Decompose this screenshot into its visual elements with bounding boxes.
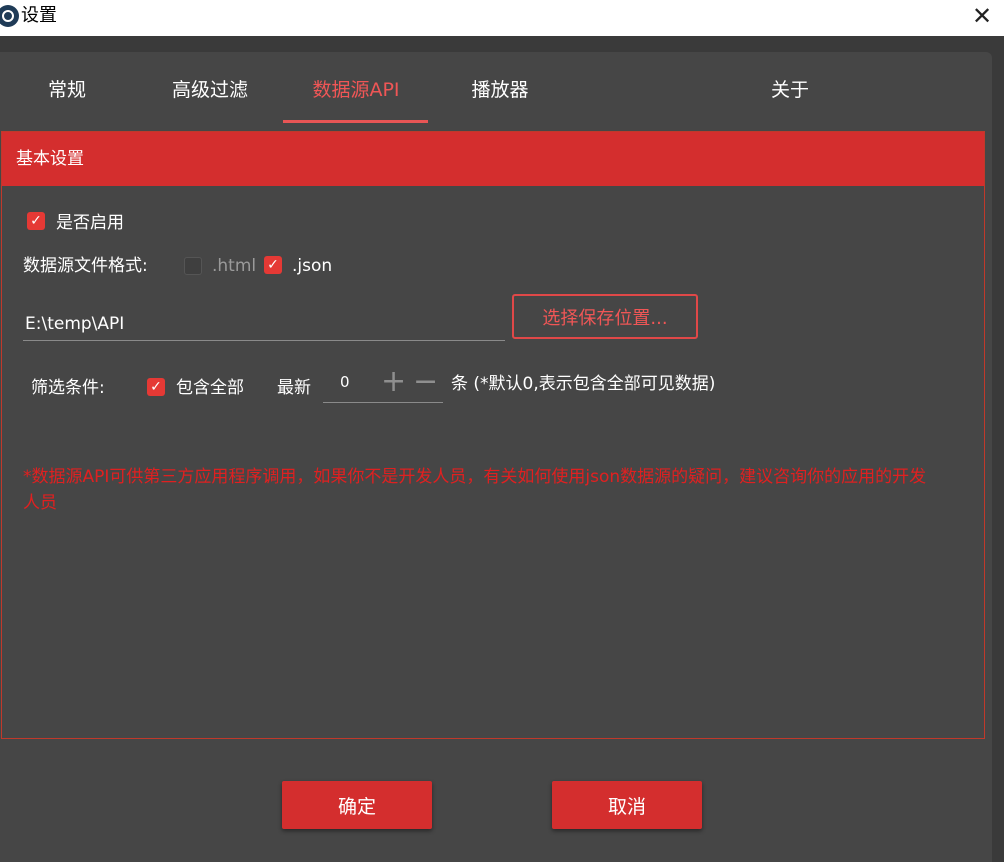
- check-icon: ✓: [150, 379, 162, 395]
- json-format-label: .json: [292, 256, 333, 276]
- tab-about[interactable]: 关于: [745, 72, 835, 108]
- minus-icon[interactable]: −: [413, 367, 438, 397]
- group-header: 基本设置: [2, 132, 984, 186]
- tab-data-source-api[interactable]: 数据源API: [290, 72, 422, 108]
- check-icon: ✓: [267, 257, 279, 273]
- latest-unit-note: 条 (*默认0,表示包含全部可见数据): [451, 374, 716, 394]
- api-notice-text: *数据源API可供第三方应用程序调用，如果你不是开发人员，有关如何使用json数…: [23, 467, 927, 513]
- tab-general[interactable]: 常规: [22, 72, 112, 108]
- include-all-label: 包含全部: [176, 378, 244, 398]
- check-icon: ✓: [30, 213, 42, 229]
- tab-advanced-filter[interactable]: 高级过滤: [150, 72, 270, 108]
- save-path-input[interactable]: [23, 308, 505, 341]
- group-title: 基本设置: [16, 149, 84, 169]
- html-format-label: .html: [212, 256, 257, 276]
- ok-button[interactable]: 确定: [282, 781, 432, 829]
- filter-label: 筛选条件:: [31, 378, 105, 398]
- format-label: 数据源文件格式:: [23, 256, 148, 276]
- latest-count-stepper[interactable]: 0 + −: [323, 367, 443, 403]
- json-format-checkbox[interactable]: ✓: [264, 256, 282, 274]
- title-bar: 设置 ✕: [0, 0, 1004, 36]
- active-tab-indicator: [283, 120, 428, 123]
- latest-label: 最新: [277, 378, 311, 398]
- plus-icon[interactable]: +: [381, 367, 406, 397]
- enable-checkbox[interactable]: ✓: [27, 212, 45, 230]
- cancel-button[interactable]: 取消: [552, 781, 702, 829]
- choose-save-location-button[interactable]: 选择保存位置...: [512, 294, 698, 339]
- window-title: 设置: [21, 5, 57, 26]
- app-logo-icon: [0, 5, 19, 27]
- tab-player[interactable]: 播放器: [455, 72, 545, 108]
- html-format-checkbox[interactable]: [184, 257, 202, 275]
- basic-settings-group: 基本设置: [1, 131, 985, 739]
- close-icon[interactable]: ✕: [968, 3, 996, 29]
- latest-count-value[interactable]: 0: [340, 372, 350, 392]
- include-all-checkbox[interactable]: ✓: [147, 378, 165, 396]
- enable-label: 是否启用: [56, 213, 124, 233]
